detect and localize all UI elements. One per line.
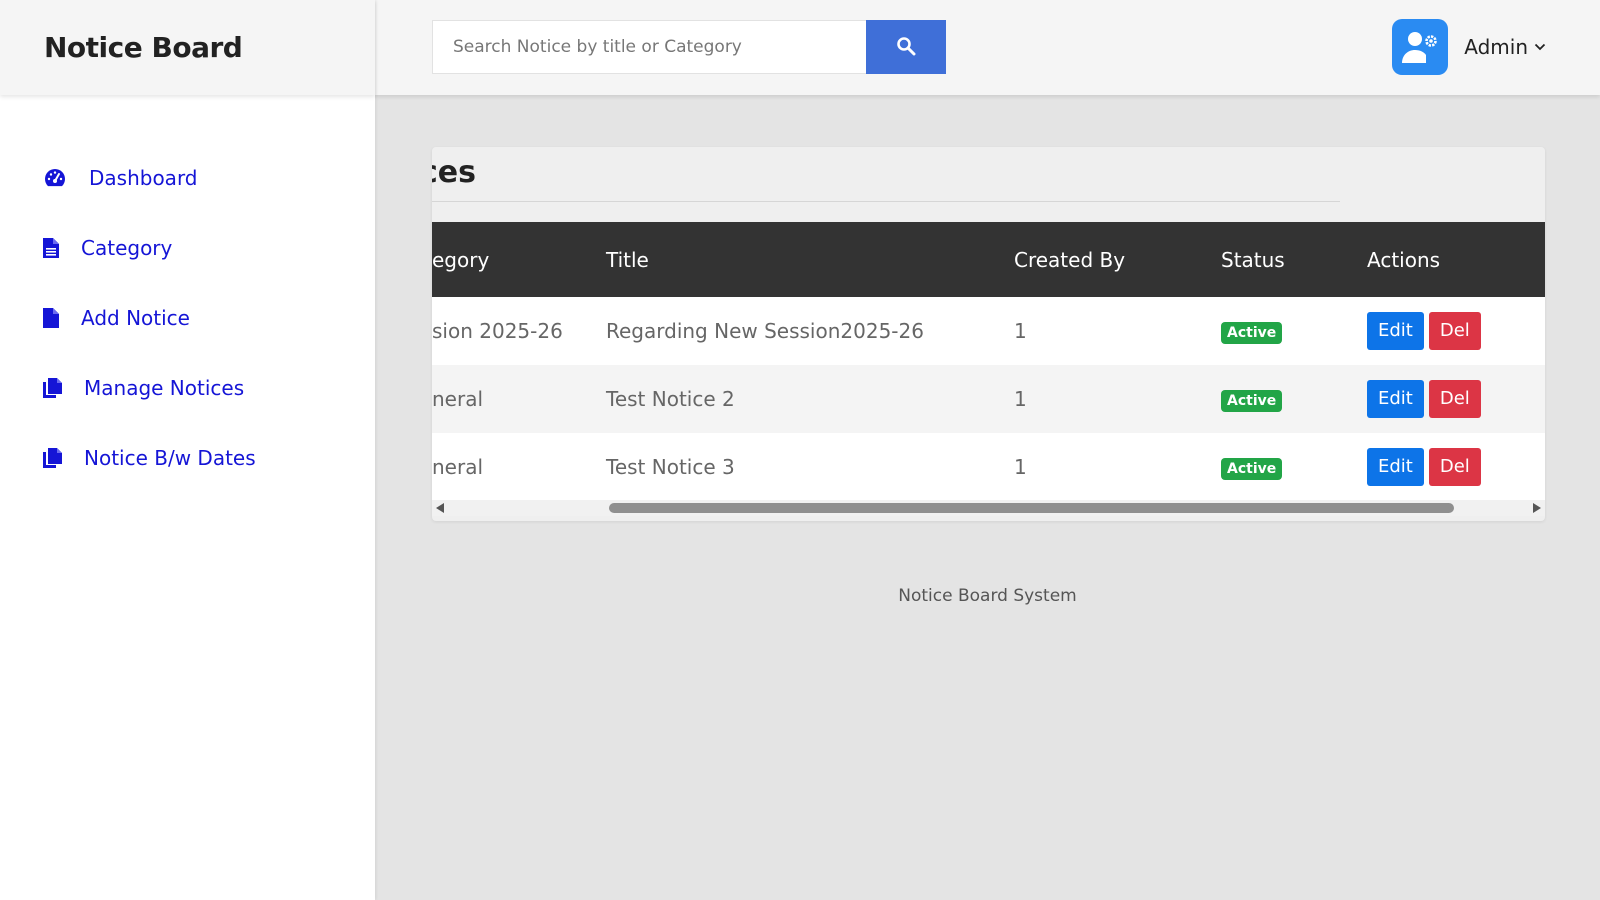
column-header-actions: Actions xyxy=(1367,247,1441,272)
cell-created-by: 1 xyxy=(1014,387,1027,411)
brand-title: Notice Board xyxy=(44,31,243,64)
sidebar-item-notice-bw-dates[interactable]: Notice B/w Dates xyxy=(0,423,375,493)
table-row: neral Test Notice 2 1 Active Edit Del xyxy=(432,365,1545,433)
user-gear-icon xyxy=(1392,19,1449,75)
cell-status: Active xyxy=(1207,297,1367,365)
cell-title: Regarding New Session2025-26 xyxy=(606,319,924,343)
table-row: neral Test Notice 3 1 Active Edit Del xyxy=(432,433,1545,500)
sidebar-item-add-notice[interactable]: Add Notice xyxy=(0,283,375,353)
scroll-left-arrow-icon[interactable] xyxy=(436,503,444,513)
chevron-down-icon xyxy=(1534,43,1546,51)
cell-created-by: 1 xyxy=(1014,319,1027,343)
search-icon xyxy=(896,36,916,59)
delete-button[interactable]: Del xyxy=(1428,312,1481,350)
copy-icon xyxy=(43,448,73,468)
user-menu[interactable]: Admin xyxy=(1392,19,1546,75)
cell-category: neral xyxy=(432,387,484,411)
cell-actions: Edit Del xyxy=(1367,433,1545,500)
top-header: Admin xyxy=(375,0,1600,95)
table-row: sion 2025-26 Regarding New Session2025-2… xyxy=(432,297,1545,365)
cell-category: sion 2025-26 xyxy=(432,319,563,343)
cell-status: Active xyxy=(1207,365,1367,433)
sidebar-item-label: Category xyxy=(81,236,173,260)
footer-text: Notice Board System xyxy=(898,586,1077,606)
sidebar-item-label: Dashboard xyxy=(89,166,198,190)
cell-actions: Edit Del xyxy=(1367,365,1545,433)
copy-icon xyxy=(43,378,73,398)
brand: Notice Board xyxy=(0,0,375,95)
sidebar-item-category[interactable]: Category xyxy=(0,213,375,283)
file-icon xyxy=(43,308,73,328)
cell-status: Active xyxy=(1207,433,1367,500)
scroll-right-arrow-icon[interactable] xyxy=(1533,503,1541,513)
edit-button[interactable]: Edit xyxy=(1367,448,1424,486)
cell-created-by: 1 xyxy=(1014,455,1027,479)
sidebar-item-label: Manage Notices xyxy=(84,376,245,400)
search-input[interactable] xyxy=(432,20,866,74)
table-scroll-area[interactable]: egory Title Created By Status Actions si… xyxy=(432,222,1545,500)
column-header-created-by: Created By xyxy=(1014,247,1126,272)
file-text-icon xyxy=(43,238,73,258)
search-button[interactable] xyxy=(866,20,946,74)
sidebar-item-manage-notices[interactable]: Manage Notices xyxy=(0,353,375,423)
horizontal-scrollbar[interactable] xyxy=(432,500,1545,516)
status-badge: Active xyxy=(1221,322,1283,344)
page-title: ces xyxy=(432,155,476,190)
cell-category: neral xyxy=(432,455,484,479)
cell-actions: Edit Del xyxy=(1367,297,1545,365)
cell-title: Test Notice 3 xyxy=(606,455,735,479)
status-badge: Active xyxy=(1221,458,1283,480)
sidebar-item-label: Notice B/w Dates xyxy=(84,446,256,470)
column-header-status: Status xyxy=(1221,247,1285,272)
table-header-row: egory Title Created By Status Actions xyxy=(432,222,1545,297)
sidebar: Notice Board Dashboard Category Add Noti… xyxy=(0,0,375,900)
delete-button[interactable]: Del xyxy=(1428,448,1481,486)
notices-card: ces egory Title Created By Status Action… xyxy=(432,147,1545,521)
edit-button[interactable]: Edit xyxy=(1367,380,1424,418)
user-name: Admin xyxy=(1464,35,1528,59)
delete-button[interactable]: Del xyxy=(1428,380,1481,418)
edit-button[interactable]: Edit xyxy=(1367,312,1424,350)
title-divider xyxy=(432,201,1340,202)
column-header-category: egory xyxy=(432,247,490,272)
sidebar-item-dashboard[interactable]: Dashboard xyxy=(0,143,375,213)
scrollbar-thumb[interactable] xyxy=(609,503,1454,513)
cell-title: Test Notice 2 xyxy=(606,387,735,411)
search-bar xyxy=(432,20,946,74)
sidebar-nav: Dashboard Category Add Notice Manage Not… xyxy=(0,95,375,493)
notices-table: egory Title Created By Status Actions si… xyxy=(432,222,1545,500)
column-header-title: Title xyxy=(606,247,649,272)
status-badge: Active xyxy=(1221,390,1283,412)
sidebar-item-label: Add Notice xyxy=(81,306,190,330)
gauge-icon xyxy=(43,167,73,189)
